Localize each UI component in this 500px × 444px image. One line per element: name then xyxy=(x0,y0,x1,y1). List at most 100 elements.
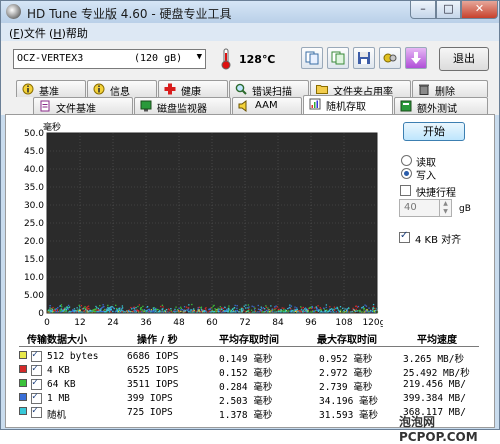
series-checkbox[interactable] xyxy=(31,377,42,390)
data-point xyxy=(127,310,130,312)
temperature-readout: 128℃ xyxy=(239,53,276,66)
data-point xyxy=(242,310,244,312)
data-point xyxy=(335,307,337,310)
x-tick-label: 72 xyxy=(239,318,250,328)
data-point xyxy=(226,308,228,311)
tab-benchmark[interactable]: 基准 xyxy=(16,80,86,98)
read-radio[interactable]: 读取 xyxy=(401,154,481,169)
data-point xyxy=(89,309,92,312)
data-point xyxy=(247,304,250,306)
file-icon xyxy=(40,100,50,112)
write-radio[interactable]: 写入 xyxy=(401,167,481,182)
data-point xyxy=(245,304,247,306)
data-point xyxy=(301,307,303,309)
copy-screenshot-button[interactable] xyxy=(327,47,349,69)
exit-button[interactable]: 退出 xyxy=(439,47,489,71)
close-button[interactable]: ✕ xyxy=(461,1,498,19)
data-point xyxy=(161,304,164,306)
title-bar[interactable]: HD Tune 专业版 4.60 - 硬盘专业工具 – □ ✕ xyxy=(1,1,499,23)
data-point xyxy=(270,310,272,312)
chevron-up-icon[interactable]: ▲ xyxy=(439,200,451,208)
quick-stroke-checkbox[interactable] xyxy=(400,185,411,196)
data-point xyxy=(142,305,144,308)
align-4kb-checkbox[interactable] xyxy=(399,230,410,243)
data-point xyxy=(122,310,124,312)
minimize-button[interactable]: – xyxy=(410,1,436,19)
tab-erase[interactable]: 删除 xyxy=(412,80,488,98)
tab-random-access[interactable]: 随机存取 xyxy=(303,95,393,114)
data-point xyxy=(78,311,80,313)
data-point xyxy=(304,308,306,310)
tab-health-label: 健康 xyxy=(181,87,201,98)
window-title: HD Tune 专业版 4.60 - 硬盘专业工具 xyxy=(27,7,232,21)
tab-health[interactable]: 健康 xyxy=(158,80,228,98)
chevron-down-icon[interactable]: ▼ xyxy=(439,208,451,216)
data-point xyxy=(372,308,374,310)
data-point xyxy=(290,305,293,307)
cell-ops: 3511 IOPS xyxy=(127,379,179,390)
data-point xyxy=(343,310,345,312)
data-point xyxy=(283,308,285,311)
y-tick-label: 10.0 xyxy=(24,273,44,283)
menu-help[interactable]: (H)帮助 xyxy=(49,25,88,41)
data-point xyxy=(166,308,168,311)
data-point xyxy=(260,309,263,312)
download-button[interactable] xyxy=(405,47,427,69)
tab-info[interactable]: 信息 xyxy=(87,80,157,98)
data-point xyxy=(341,311,344,313)
data-point xyxy=(251,305,253,307)
save-button[interactable] xyxy=(353,47,375,69)
data-point xyxy=(148,308,150,311)
maximize-button[interactable]: □ xyxy=(436,1,461,19)
tab-extra-tests[interactable]: 额外测试 xyxy=(394,97,488,115)
start-button[interactable]: 开始 xyxy=(403,122,465,141)
data-point xyxy=(335,311,337,313)
data-point xyxy=(150,311,152,313)
chevron-down-icon[interactable]: ▼ xyxy=(197,52,202,62)
data-point xyxy=(183,306,186,308)
x-tick-label: 84 xyxy=(272,318,284,328)
copy-text-button[interactable] xyxy=(301,47,323,69)
data-point xyxy=(331,308,333,310)
cell-avg: 0.284 毫秒 xyxy=(219,382,273,393)
series-checkbox[interactable] xyxy=(31,349,42,362)
quick-stroke-spinner[interactable]: 40 ▲ ▼ xyxy=(399,199,452,217)
data-point xyxy=(351,310,353,313)
series-checkbox[interactable] xyxy=(31,405,42,418)
data-point xyxy=(333,309,336,311)
data-point xyxy=(274,306,276,308)
options-button[interactable] xyxy=(379,47,401,69)
data-point xyxy=(291,309,293,312)
menu-file[interactable]: (F)文件 xyxy=(9,25,46,41)
drive-select[interactable]: OCZ-VERTEX3 (120 gB) ▼ xyxy=(13,49,206,69)
data-point xyxy=(72,309,74,311)
data-point xyxy=(137,310,140,312)
data-point xyxy=(227,310,230,312)
data-point xyxy=(367,310,370,312)
data-point xyxy=(287,310,290,312)
data-point xyxy=(213,304,215,307)
drive-size: (120 gB) xyxy=(134,53,183,64)
tab-aam[interactable]: AAM xyxy=(232,97,302,114)
data-point xyxy=(372,307,374,309)
data-point xyxy=(154,309,156,311)
data-point xyxy=(73,310,75,312)
data-point xyxy=(262,307,265,309)
data-point xyxy=(85,309,87,311)
series-checkbox[interactable] xyxy=(31,391,42,404)
data-point xyxy=(57,307,59,309)
tab-error-scan[interactable]: 错误扫描 xyxy=(229,80,309,98)
tab-disk-monitor[interactable]: 磁盘监视器 xyxy=(134,97,231,115)
data-point xyxy=(302,306,305,309)
cell-avg: 1.378 毫秒 xyxy=(219,410,273,421)
data-point xyxy=(115,304,117,307)
tab-file-benchmark[interactable]: 文件基准 xyxy=(33,97,133,115)
data-point xyxy=(137,305,139,308)
cell-max: 34.196 毫秒 xyxy=(319,396,379,407)
cell-ops: 725 IOPS xyxy=(127,407,173,418)
data-point xyxy=(344,308,346,310)
data-point xyxy=(363,309,365,311)
data-point xyxy=(51,309,54,311)
data-point xyxy=(240,309,243,311)
series-checkbox[interactable] xyxy=(31,363,42,376)
